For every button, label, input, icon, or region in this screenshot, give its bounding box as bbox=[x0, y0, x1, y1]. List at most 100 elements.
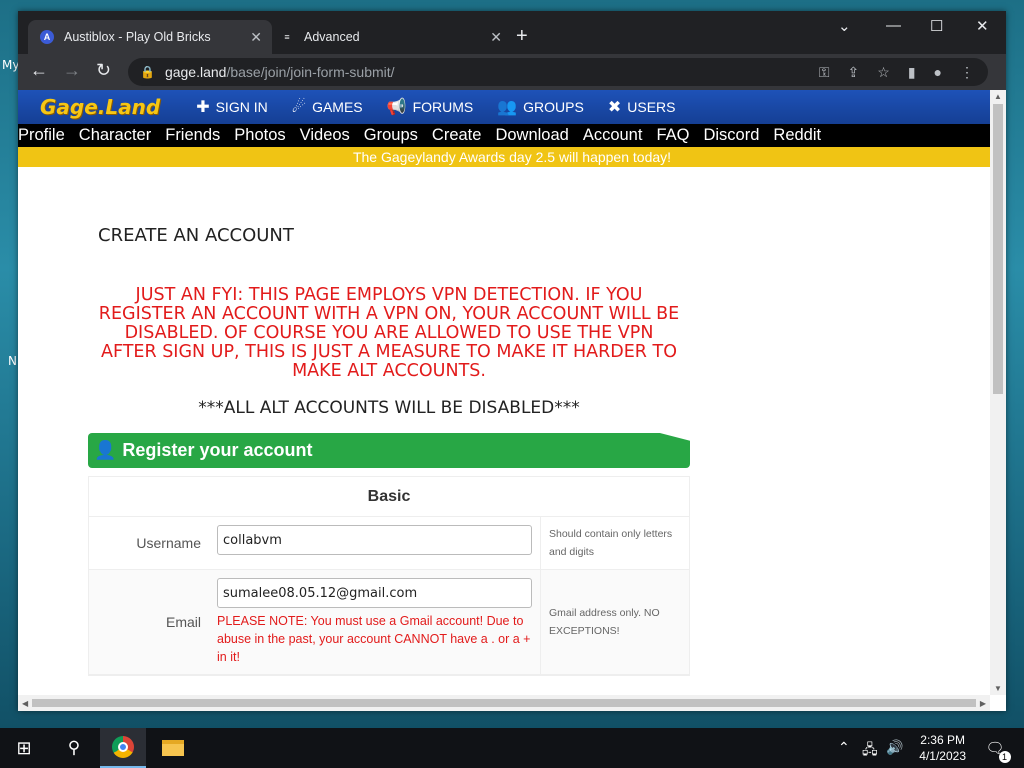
subnav-profile[interactable]: Profile bbox=[18, 126, 65, 145]
scroll-up-icon[interactable]: ▲ bbox=[994, 92, 1002, 101]
nav-forums[interactable]: 📢 FORUMS bbox=[387, 97, 474, 117]
maximize-button[interactable]: ☐ bbox=[930, 17, 943, 35]
minimize-button[interactable]: — bbox=[886, 17, 901, 34]
close-icon[interactable]: ✕ bbox=[490, 29, 502, 46]
new-tab-button[interactable]: + bbox=[516, 25, 528, 48]
nav-label: USERS bbox=[627, 99, 676, 115]
sub-nav: Profile Character Friends Photos Videos … bbox=[18, 124, 1006, 147]
username-row: Username Should contain only letters and… bbox=[89, 517, 689, 570]
nav-label: SIGN IN bbox=[215, 99, 268, 115]
key-icon[interactable]: ⚿ bbox=[819, 64, 830, 81]
date: 4/1/2023 bbox=[919, 749, 966, 763]
email-row: Email PLEASE NOTE: You must use a Gmail … bbox=[89, 570, 689, 675]
nav-users[interactable]: ✖ USERS bbox=[608, 97, 676, 117]
user-icon: 👤 bbox=[94, 440, 117, 460]
url-path: /base/join/join-form-submit/ bbox=[226, 64, 395, 80]
register-header-label: Register your account bbox=[122, 440, 313, 460]
subnav-videos[interactable]: Videos bbox=[300, 126, 350, 145]
email-help: Gmail address only. NO EXCEPTIONS! bbox=[540, 570, 689, 674]
chevron-down-icon[interactable]: ⌄ bbox=[838, 17, 851, 35]
austiblox-favicon-icon: A bbox=[40, 30, 54, 44]
register-form: Basic Username Should contain only lette… bbox=[88, 476, 690, 676]
username-help: Should contain only letters and digits bbox=[540, 517, 689, 569]
notification-count: 1 bbox=[998, 751, 1011, 763]
scroll-right-icon[interactable]: ▶ bbox=[980, 699, 986, 708]
email-label: Email bbox=[165, 614, 201, 630]
subnav-photos[interactable]: Photos bbox=[234, 126, 285, 145]
nav-label: GROUPS bbox=[523, 99, 584, 115]
subnav-download[interactable]: Download bbox=[495, 126, 568, 145]
profile-icon[interactable]: ● bbox=[934, 64, 942, 80]
time: 2:36 PM bbox=[920, 733, 965, 747]
puzzle-icon: ✚ bbox=[196, 99, 210, 116]
nav-games[interactable]: ☄ GAMES bbox=[292, 97, 363, 117]
subnav-faq[interactable]: FAQ bbox=[656, 126, 689, 145]
nav-label: FORUMS bbox=[412, 99, 474, 115]
horizontal-scrollbar[interactable]: ◀ ▶ bbox=[18, 695, 990, 711]
search-icon[interactable]: ⚲ bbox=[56, 728, 92, 768]
megaphone-icon: 📢 bbox=[386, 99, 407, 116]
chrome-icon bbox=[112, 736, 134, 758]
browser-window: A Austiblox - Play Old Bricks ✕ ≡ Advanc… bbox=[18, 11, 1006, 711]
notification-icon[interactable]: 🗨 1 bbox=[980, 728, 1011, 768]
chrome-taskbar-icon[interactable] bbox=[100, 728, 146, 768]
section-heading: Basic bbox=[89, 477, 689, 517]
subnav-friends[interactable]: Friends bbox=[165, 126, 220, 145]
tab-advanced[interactable]: ≡ Advanced ✕ bbox=[268, 20, 512, 54]
nav-groups[interactable]: 👥 GROUPS bbox=[497, 97, 584, 117]
subnav-character[interactable]: Character bbox=[79, 126, 151, 145]
vpn-warning: JUST AN FYI: THIS PAGE EMPLOYS VPN DETEC… bbox=[98, 285, 680, 381]
back-arrow-icon[interactable]: ← bbox=[30, 60, 48, 81]
volume-icon[interactable]: 🔊 bbox=[886, 739, 903, 756]
network-icon[interactable]: 🖧 bbox=[862, 739, 878, 763]
url-host: gage.land bbox=[164, 64, 227, 80]
close-window-button[interactable]: ✕ bbox=[976, 17, 989, 35]
clock[interactable]: 2:36 PM 4/1/2023 bbox=[919, 732, 966, 764]
side-panel-icon[interactable]: ▮ bbox=[908, 64, 916, 81]
register-header: 👤 Register your account bbox=[88, 433, 690, 468]
group-icon: 👥 bbox=[497, 99, 518, 116]
desktop-label: N bbox=[8, 354, 17, 368]
scroll-down-icon[interactable]: ▼ bbox=[994, 684, 1002, 693]
announcement-banner[interactable]: The Gageylandy Awards day 2.5 will happe… bbox=[18, 147, 1006, 167]
close-icon[interactable]: ✕ bbox=[250, 29, 262, 46]
scroll-thumb[interactable] bbox=[993, 104, 1003, 394]
chevron-up-icon[interactable]: ⌃ bbox=[838, 739, 850, 756]
file-explorer-icon[interactable] bbox=[150, 728, 196, 768]
subnav-groups[interactable]: Groups bbox=[364, 126, 418, 145]
rocket-icon: ☄ bbox=[291, 99, 307, 116]
subnav-reddit[interactable]: Reddit bbox=[773, 126, 821, 145]
share-icon[interactable]: ⇪ bbox=[848, 64, 860, 81]
scroll-thumb[interactable] bbox=[32, 699, 976, 707]
tab-strip: A Austiblox - Play Old Bricks ✕ ≡ Advanc… bbox=[18, 11, 1006, 54]
site-logo[interactable]: Gage.Land bbox=[40, 95, 160, 119]
tab-austiblox[interactable]: A Austiblox - Play Old Bricks ✕ bbox=[28, 20, 272, 54]
email-field[interactable] bbox=[217, 578, 532, 608]
windows-start-icon[interactable]: ⊞ bbox=[6, 728, 42, 768]
lock-icon[interactable]: 🔒 bbox=[140, 65, 155, 79]
page-viewport: Gage.Land ✚ SIGN IN ☄ GAMES 📢 FORUMS 👥 GROUP… bbox=[18, 90, 1006, 711]
site-nav: Gage.Land ✚ SIGN IN ☄ GAMES 📢 FORUMS 👥 GROUP… bbox=[18, 90, 1006, 124]
browser-toolbar: ← → ↻ 🔒 gage.land /base/join/join-form-s… bbox=[18, 54, 1006, 90]
desktop-label: My bbox=[2, 58, 20, 72]
advanced-favicon-icon: ≡ bbox=[284, 32, 290, 42]
menu-dots-icon[interactable]: ⋮ bbox=[960, 64, 974, 81]
user-x-icon: ✖ bbox=[607, 99, 622, 116]
scroll-left-icon[interactable]: ◀ bbox=[22, 699, 28, 708]
nav-sign-in[interactable]: ✚ SIGN IN bbox=[196, 97, 268, 117]
address-bar[interactable]: 🔒 gage.land /base/join/join-form-submit/… bbox=[128, 58, 988, 86]
tab-title: Advanced bbox=[304, 30, 360, 44]
email-note: PLEASE NOTE: You must use a Gmail accoun… bbox=[217, 614, 531, 664]
star-icon[interactable]: ☆ bbox=[877, 64, 890, 81]
username-field[interactable] bbox=[217, 525, 532, 555]
tab-title: Austiblox - Play Old Bricks bbox=[64, 30, 211, 44]
username-label: Username bbox=[136, 535, 201, 551]
subnav-create[interactable]: Create bbox=[432, 126, 482, 145]
subnav-account[interactable]: Account bbox=[583, 126, 643, 145]
reload-icon[interactable]: ↻ bbox=[96, 60, 111, 81]
subnav-discord[interactable]: Discord bbox=[703, 126, 759, 145]
vertical-scrollbar[interactable]: ▲ ▼ bbox=[990, 90, 1006, 695]
alt-accounts-warning: ***ALL ALT ACCOUNTS WILL BE DISABLED*** bbox=[198, 398, 580, 418]
forward-arrow-icon[interactable]: → bbox=[63, 60, 81, 81]
nav-label: GAMES bbox=[312, 99, 363, 115]
